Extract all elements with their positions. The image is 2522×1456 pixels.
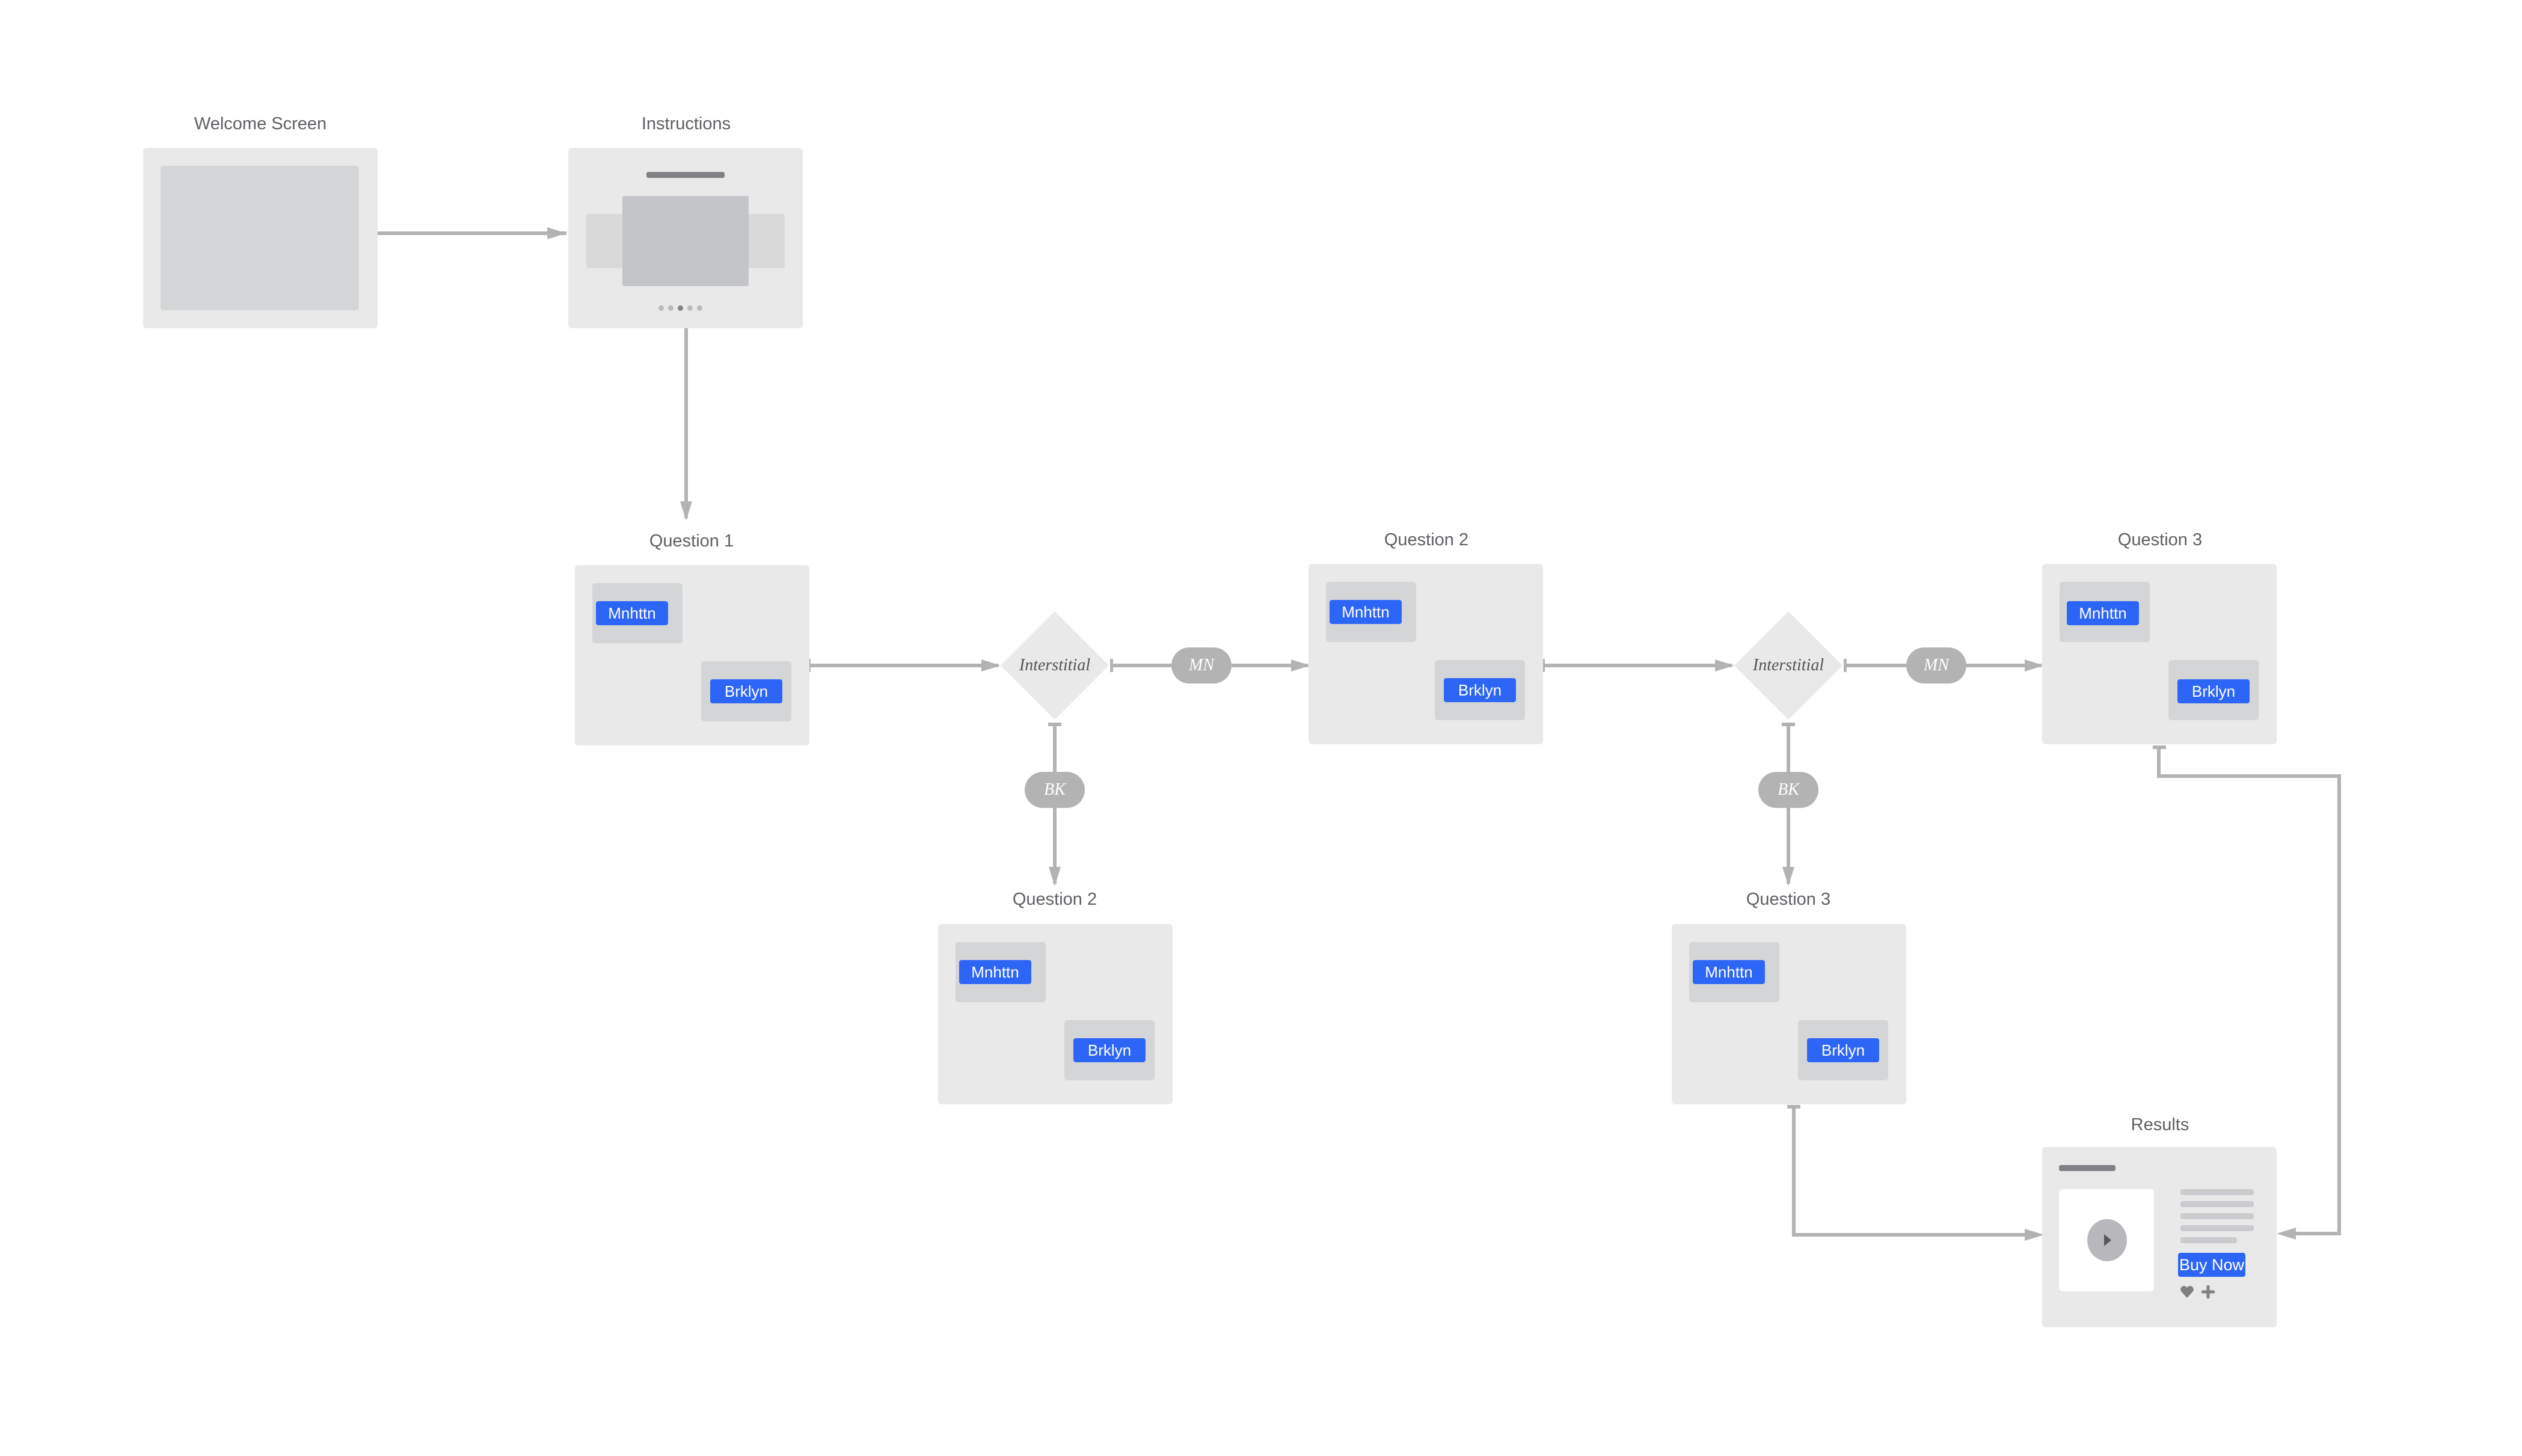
question-1-card: Mnhttn Brklyn: [575, 565, 809, 745]
q3b-title: Question 3: [1746, 890, 1831, 909]
interstitial-decision-1: Interstitial: [1001, 611, 1109, 720]
arrowhead: [981, 659, 1001, 671]
play-button[interactable]: [2087, 1219, 2127, 1261]
interstitial-decision-2: Interstitial: [1734, 611, 1842, 720]
mnhttn-button[interactable]: Mnhttn: [1693, 960, 1765, 984]
mnhttn-button[interactable]: Mnhttn: [596, 601, 668, 625]
interstitial-label: Interstitial: [1019, 656, 1091, 674]
pagination-dots[interactable]: [658, 305, 702, 311]
page-dot[interactable]: [658, 305, 664, 311]
q3a-title: Question 3: [2117, 530, 2203, 549]
heart-icon[interactable]: [2180, 1285, 2194, 1298]
question-2-card-bk: Mnhttn Brklyn: [938, 924, 1173, 1104]
mnhttn-button[interactable]: Mnhttn: [2067, 601, 2139, 625]
arrowhead: [2025, 1229, 2044, 1241]
brklyn-button[interactable]: Brklyn: [1807, 1038, 1879, 1062]
instructions-card[interactable]: [568, 148, 803, 328]
results-card: Buy Now: [2042, 1147, 2277, 1327]
title-bar-placeholder: [646, 172, 725, 178]
q2a-title: Question 2: [1012, 890, 1097, 909]
welcome-screen-card[interactable]: [143, 148, 378, 328]
question-3-card-mn: Mnhttn Brklyn: [2042, 564, 2277, 744]
title-bar-placeholder: [2059, 1165, 2115, 1171]
interstitial-label: Interstitial: [1752, 656, 1824, 674]
arrowhead: [547, 227, 566, 239]
question-2-card-mn: Mnhttn Brklyn: [1309, 564, 1543, 744]
q1-title: Question 1: [649, 531, 734, 551]
bk-branch-label: BK: [1758, 772, 1818, 808]
text-line-placeholder: [2180, 1201, 2254, 1207]
arrowhead: [1291, 659, 1310, 671]
welcome-hero-placeholder: [161, 166, 359, 310]
page-dot[interactable]: [697, 305, 702, 311]
plus-icon[interactable]: [2201, 1285, 2215, 1298]
mnhttn-button[interactable]: Mnhttn: [1330, 600, 1402, 624]
text-line-placeholder: [2180, 1189, 2254, 1195]
page-dot-active[interactable]: [678, 305, 683, 311]
text-line-placeholder: [2180, 1237, 2237, 1243]
carousel-main-placeholder: [622, 196, 749, 286]
text-line-placeholder: [2180, 1213, 2254, 1219]
link-q3b-results: [1792, 1106, 2033, 1237]
q2b-title: Question 2: [1384, 530, 1469, 549]
text-line-placeholder: [2180, 1225, 2254, 1231]
brklyn-button[interactable]: Brklyn: [710, 679, 782, 703]
play-icon: [2104, 1234, 2111, 1246]
arrowhead: [680, 501, 692, 521]
mn-branch-label: MN: [1171, 647, 1232, 684]
buy-now-button[interactable]: Buy Now: [2178, 1253, 2245, 1277]
brklyn-button[interactable]: Brklyn: [1444, 678, 1516, 702]
arrowhead: [1715, 659, 1734, 671]
mnhttn-button[interactable]: Mnhttn: [959, 960, 1031, 984]
question-3-card-bk: Mnhttn Brklyn: [1672, 924, 1906, 1104]
instructions-title: Instructions: [641, 114, 731, 133]
welcome-title: Welcome Screen: [194, 114, 327, 133]
mn-branch-label: MN: [1906, 647, 1966, 684]
video-thumbnail[interactable]: [2059, 1189, 2154, 1291]
arrowhead: [2025, 659, 2044, 671]
bk-branch-label: BK: [1025, 772, 1085, 808]
arrowhead: [1782, 867, 1794, 886]
page-dot[interactable]: [687, 305, 693, 311]
arrowhead: [1049, 867, 1061, 886]
brklyn-button[interactable]: Brklyn: [2177, 679, 2250, 703]
brklyn-button[interactable]: Brklyn: [1073, 1038, 1146, 1062]
arrowhead: [2277, 1228, 2296, 1240]
results-title: Results: [2131, 1115, 2189, 1134]
page-dot[interactable]: [668, 305, 673, 311]
